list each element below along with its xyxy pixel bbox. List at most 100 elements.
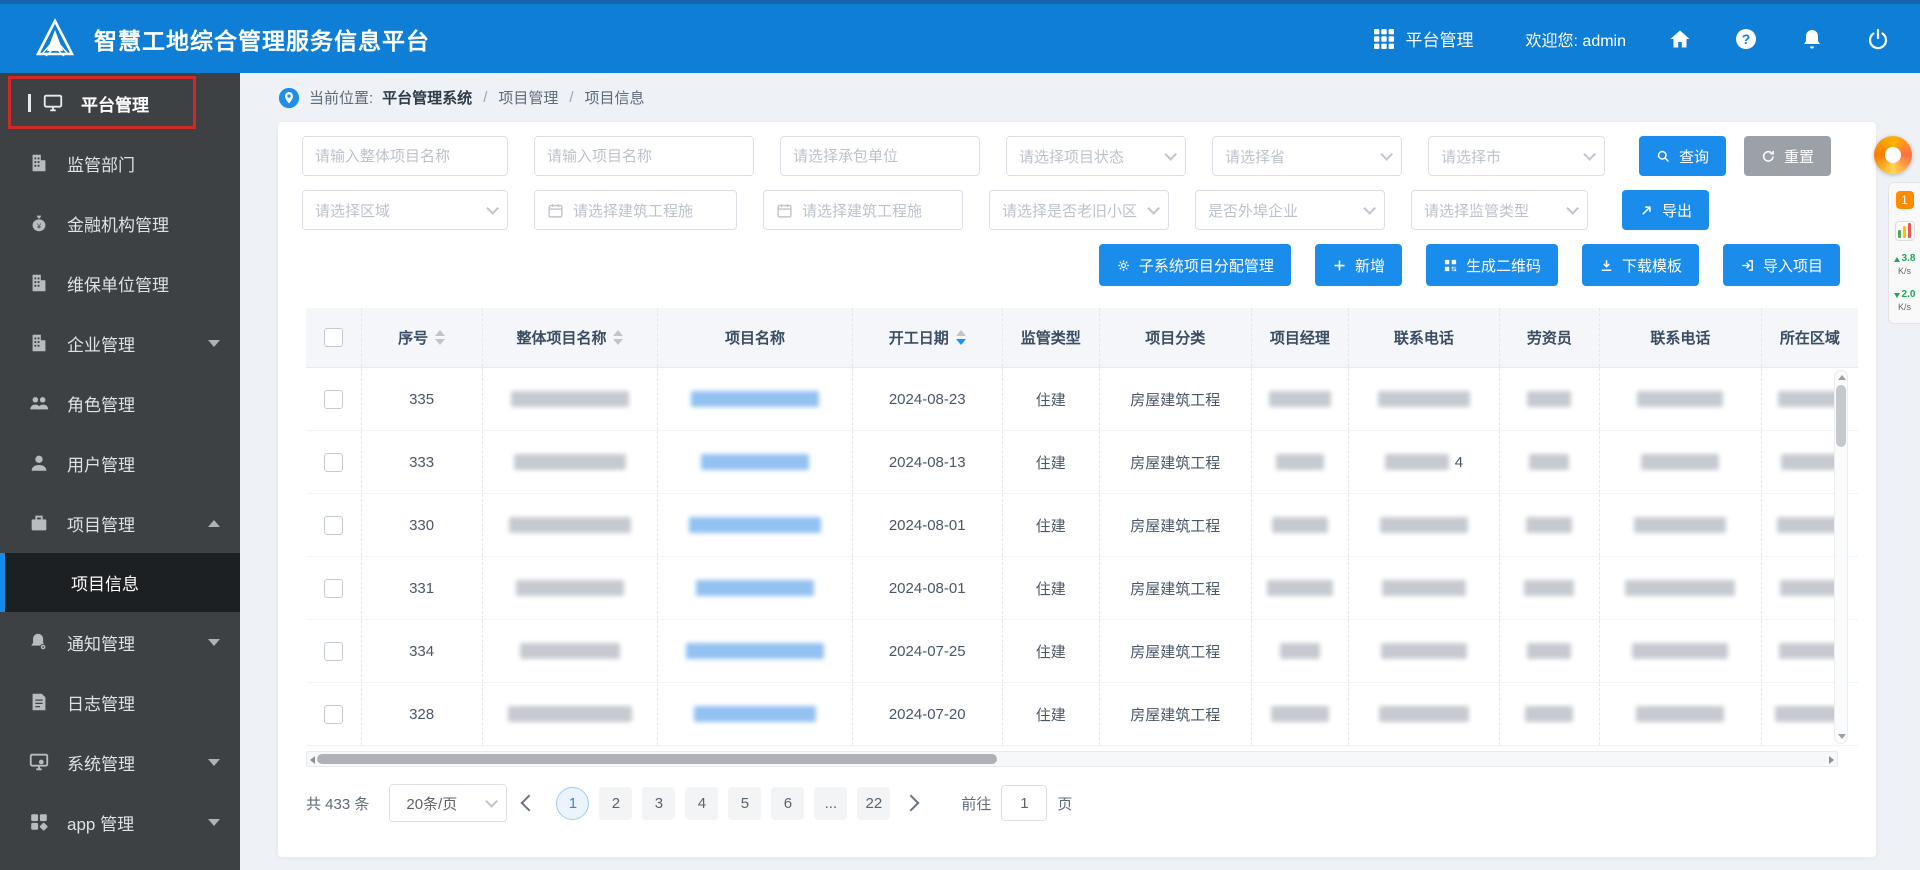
construction-date-end-picker[interactable]: 请选择建筑工程施: [763, 190, 963, 230]
next-page-button[interactable]: [903, 795, 920, 812]
sidebar-item-app-mgmt[interactable]: app 管理: [0, 792, 240, 852]
overall-project-name-input[interactable]: [315, 148, 495, 165]
sidebar-item-finance-org-mgmt[interactable]: ¥ 金融机构管理: [0, 193, 240, 253]
logo-wrap: 智慧工地综合管理服务信息平台: [32, 18, 430, 60]
city-select[interactable]: 请选择市: [1428, 136, 1605, 176]
select-all-checkbox[interactable]: [324, 328, 343, 347]
page-size-select[interactable]: 20条/页: [389, 784, 507, 822]
stats-bars-icon[interactable]: [1895, 221, 1915, 241]
redacted-labor: [1525, 706, 1573, 722]
col-header-start-date[interactable]: 开工日期: [853, 308, 1003, 367]
app-logo-icon: [32, 18, 78, 60]
row-checkbox[interactable]: [324, 390, 343, 409]
page-button-6[interactable]: 6: [771, 787, 804, 820]
calendar-icon: [547, 202, 564, 219]
sidebar-item-system-mgmt[interactable]: 系统管理: [0, 732, 240, 792]
region-select[interactable]: 请选择区域: [302, 190, 508, 230]
notification-bell-icon[interactable]: [1800, 27, 1824, 51]
sidebar-item-platform-mgmt[interactable]: 平台管理: [0, 73, 240, 133]
import-project-button[interactable]: 导入项目: [1723, 244, 1840, 286]
row-checkbox[interactable]: [324, 642, 343, 661]
sort-icons[interactable]: [435, 330, 445, 345]
power-logout-icon[interactable]: [1866, 27, 1890, 51]
page-button-5[interactable]: 5: [728, 787, 761, 820]
goto-page-input[interactable]: [1001, 785, 1047, 821]
sidebar-subitem-project-info[interactable]: 项目信息: [0, 553, 240, 612]
page-button-4[interactable]: 4: [685, 787, 718, 820]
redacted-project-name-link[interactable]: [689, 517, 821, 533]
outside-enterprise-select[interactable]: 是否外埠企业: [1195, 190, 1385, 230]
start-date-cell: 2024-08-01: [853, 494, 1003, 556]
project-name-input[interactable]: [547, 148, 741, 165]
page-ellipsis[interactable]: ...: [814, 787, 847, 820]
redacted-overall-name: [514, 454, 626, 470]
search-button[interactable]: 查询: [1639, 136, 1726, 176]
vertical-scrollbar-thumb[interactable]: [1836, 385, 1846, 447]
horizontal-scrollbar[interactable]: [306, 751, 1838, 767]
col-header-project-name: 项目名称: [658, 308, 853, 367]
scroll-right-arrow[interactable]: [1829, 756, 1834, 764]
province-select[interactable]: 请选择省: [1212, 136, 1402, 176]
sidebar-item-user-mgmt[interactable]: 用户管理: [0, 433, 240, 493]
redacted-project-name-link[interactable]: [694, 706, 816, 722]
user-icon: [28, 452, 50, 474]
scroll-down-arrow[interactable]: [1838, 734, 1846, 739]
breadcrumb-item-project-mgmt[interactable]: 项目管理: [498, 87, 558, 108]
extension-badge[interactable]: 1: [1896, 191, 1914, 209]
redacted-region: [1781, 454, 1839, 470]
redacted-phone: [1380, 517, 1468, 533]
sidebar-item-project-mgmt[interactable]: 项目管理: [0, 493, 240, 553]
prev-page-button[interactable]: [521, 795, 538, 812]
row-checkbox[interactable]: [324, 579, 343, 598]
sidebar-item-supervision-dept[interactable]: 监管部门: [0, 133, 240, 193]
sidebar-item-notice-mgmt[interactable]: 通知管理: [0, 612, 240, 672]
row-checkbox[interactable]: [324, 516, 343, 535]
row-checkbox[interactable]: [324, 705, 343, 724]
page-button-3[interactable]: 3: [642, 787, 675, 820]
redacted-labor: [1529, 454, 1569, 470]
generate-qrcode-button[interactable]: 生成二维码: [1426, 244, 1558, 286]
seq-cell: 331: [362, 557, 483, 619]
calendar-icon: [776, 202, 793, 219]
page-button-22[interactable]: 22: [857, 787, 890, 820]
page-button-1[interactable]: 1: [556, 787, 589, 820]
goto-label: 前往: [961, 793, 991, 814]
vertical-scrollbar[interactable]: [1834, 370, 1848, 744]
sidebar-item-enterprise-mgmt[interactable]: 企业管理: [0, 313, 240, 373]
redacted-project-name-link[interactable]: [696, 580, 814, 596]
platform-menu[interactable]: 平台管理: [1372, 26, 1474, 51]
page-button-2[interactable]: 2: [599, 787, 632, 820]
project-status-select[interactable]: 请选择项目状态: [1006, 136, 1186, 176]
redacted-project-name-link[interactable]: [686, 643, 824, 659]
col-header-seq[interactable]: 序号: [362, 308, 483, 367]
app-grid-icon: [28, 811, 50, 833]
redacted-phone2: [1632, 643, 1728, 659]
sort-icons-active[interactable]: [956, 330, 966, 345]
extension-circle-icon[interactable]: [1874, 136, 1912, 174]
supervise-type-select[interactable]: 请选择监管类型: [1411, 190, 1588, 230]
contractor-input[interactable]: [793, 148, 967, 165]
download-template-button[interactable]: 下载模板: [1582, 244, 1699, 286]
sidebar-item-maintenance-unit-mgmt[interactable]: 维保单位管理: [0, 253, 240, 313]
reset-button[interactable]: 重置: [1744, 136, 1831, 176]
add-button[interactable]: 新增: [1315, 244, 1402, 286]
sidebar-item-log-mgmt[interactable]: 日志管理: [0, 672, 240, 732]
scroll-up-arrow[interactable]: [1838, 375, 1846, 380]
construction-date-start-picker[interactable]: 请选择建筑工程施: [534, 190, 737, 230]
redacted-project-name-link[interactable]: [701, 454, 809, 470]
topbar: 智慧工地综合管理服务信息平台 平台管理 欢迎您: admin ?: [0, 0, 1920, 73]
scroll-left-arrow[interactable]: [310, 756, 315, 764]
old-community-select[interactable]: 请选择是否老旧小区: [989, 190, 1169, 230]
redacted-labor: [1527, 391, 1571, 407]
redacted-project-name-link[interactable]: [691, 391, 819, 407]
subsystem-assign-button[interactable]: 子系统项目分配管理: [1099, 244, 1291, 286]
export-button[interactable]: 导出: [1622, 190, 1709, 230]
supervise-type-cell: 住建: [1003, 683, 1100, 745]
sort-icons[interactable]: [613, 330, 623, 345]
help-icon[interactable]: ?: [1734, 27, 1758, 51]
row-checkbox[interactable]: [324, 453, 343, 472]
col-header-overall-name[interactable]: 整体项目名称: [483, 308, 659, 367]
sidebar-item-role-mgmt[interactable]: 角色管理: [0, 373, 240, 433]
home-icon[interactable]: [1668, 27, 1692, 51]
horizontal-scrollbar-thumb[interactable]: [317, 754, 997, 764]
